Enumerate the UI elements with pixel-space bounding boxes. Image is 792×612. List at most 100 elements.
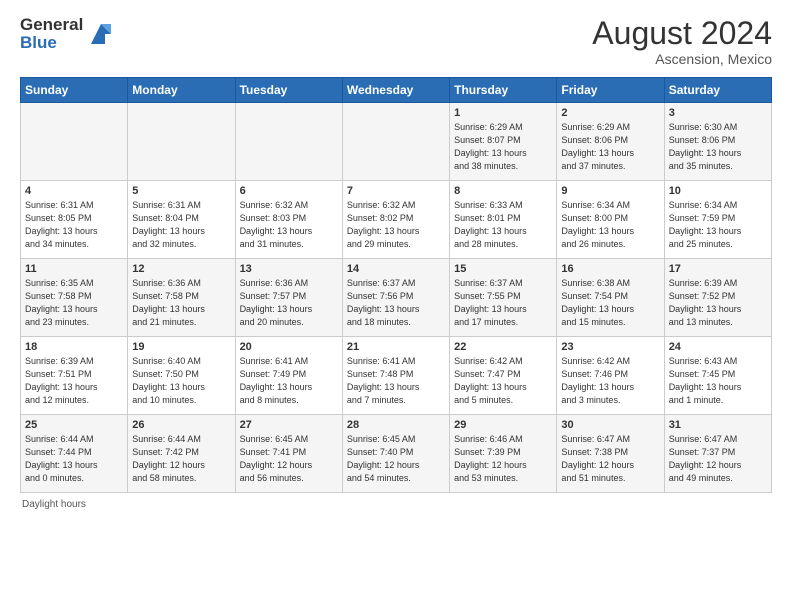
- day-number: 9: [561, 185, 659, 197]
- header-day-tuesday: Tuesday: [235, 78, 342, 103]
- day-info: Sunrise: 6:46 AMSunset: 7:39 PMDaylight:…: [454, 433, 552, 485]
- day-info: Sunrise: 6:31 AMSunset: 8:04 PMDaylight:…: [132, 199, 230, 251]
- calendar-cell: 29 Sunrise: 6:46 AMSunset: 7:39 PMDayligh…: [450, 415, 557, 493]
- day-info: Sunrise: 6:37 AMSunset: 7:56 PMDaylight:…: [347, 277, 445, 329]
- day-info: Sunrise: 6:34 AMSunset: 7:59 PMDaylight:…: [669, 199, 767, 251]
- day-info: Sunrise: 6:41 AMSunset: 7:49 PMDaylight:…: [240, 355, 338, 407]
- day-number: 25: [25, 419, 123, 431]
- calendar-cell: [342, 103, 449, 181]
- day-number: 10: [669, 185, 767, 197]
- logo: General Blue: [20, 16, 115, 52]
- day-info: Sunrise: 6:36 AMSunset: 7:57 PMDaylight:…: [240, 277, 338, 329]
- calendar-cell: 24 Sunrise: 6:43 AMSunset: 7:45 PMDayligh…: [664, 337, 771, 415]
- day-number: 18: [25, 341, 123, 353]
- week-row-3: 11 Sunrise: 6:35 AMSunset: 7:58 PMDayligh…: [21, 259, 772, 337]
- calendar-cell: 27Sunrise: 6:45 AMSunset: 7:41 PMDayligh…: [235, 415, 342, 493]
- day-number: 2: [561, 107, 659, 119]
- logo-blue: Blue: [20, 34, 83, 52]
- header-day-wednesday: Wednesday: [342, 78, 449, 103]
- calendar-cell: 12Sunrise: 6:36 AMSunset: 7:58 PMDayligh…: [128, 259, 235, 337]
- day-number: 3: [669, 107, 767, 119]
- calendar-cell: 6 Sunrise: 6:32 AMSunset: 8:03 PMDaylight…: [235, 181, 342, 259]
- header-day-saturday: Saturday: [664, 78, 771, 103]
- day-info: Sunrise: 6:39 AMSunset: 7:52 PMDaylight:…: [669, 277, 767, 329]
- day-number: 7: [347, 185, 445, 197]
- header-day-monday: Monday: [128, 78, 235, 103]
- footer: Daylight hours: [20, 499, 772, 510]
- day-info: Sunrise: 6:44 AMSunset: 7:44 PMDaylight:…: [25, 433, 123, 485]
- calendar-cell: 19 Sunrise: 6:40 AMSunset: 7:50 PMDayligh…: [128, 337, 235, 415]
- day-info: Sunrise: 6:37 AMSunset: 7:55 PMDaylight:…: [454, 277, 552, 329]
- calendar-cell: 17Sunrise: 6:39 AMSunset: 7:52 PMDayligh…: [664, 259, 771, 337]
- header-row: SundayMondayTuesdayWednesdayThursdayFrid…: [21, 78, 772, 103]
- logo-icon: [87, 20, 115, 48]
- calendar-table: SundayMondayTuesdayWednesdayThursdayFrid…: [20, 77, 772, 493]
- day-number: 30: [561, 419, 659, 431]
- day-info: Sunrise: 6:32 AMSunset: 8:02 PMDaylight:…: [347, 199, 445, 251]
- day-number: 31: [669, 419, 767, 431]
- day-number: 24: [669, 341, 767, 353]
- day-info: Sunrise: 6:45 AMSunset: 7:40 PMDaylight:…: [347, 433, 445, 485]
- calendar-cell: [128, 103, 235, 181]
- day-number: 1: [454, 107, 552, 119]
- month-year: August 2024: [592, 16, 772, 51]
- day-number: 21: [347, 341, 445, 353]
- logo-general: General: [20, 16, 83, 34]
- day-info: Sunrise: 6:44 AMSunset: 7:42 PMDaylight:…: [132, 433, 230, 485]
- day-number: 11: [25, 263, 123, 275]
- day-info: Sunrise: 6:40 AMSunset: 7:50 PMDaylight:…: [132, 355, 230, 407]
- calendar-cell: 13 Sunrise: 6:36 AMSunset: 7:57 PMDayligh…: [235, 259, 342, 337]
- day-info: Sunrise: 6:47 AMSunset: 7:38 PMDaylight:…: [561, 433, 659, 485]
- calendar-cell: 8Sunrise: 6:33 AMSunset: 8:01 PMDaylight…: [450, 181, 557, 259]
- day-number: 16: [561, 263, 659, 275]
- header: General Blue August 2024 Ascension, Mexi…: [20, 16, 772, 67]
- week-row-5: 25 Sunrise: 6:44 AMSunset: 7:44 PMDayligh…: [21, 415, 772, 493]
- day-info: Sunrise: 6:32 AMSunset: 8:03 PMDaylight:…: [240, 199, 338, 251]
- calendar-cell: 30 Sunrise: 6:47 AMSunset: 7:38 PMDayligh…: [557, 415, 664, 493]
- calendar-cell: 26Sunrise: 6:44 AMSunset: 7:42 PMDayligh…: [128, 415, 235, 493]
- day-number: 29: [454, 419, 552, 431]
- day-info: Sunrise: 6:41 AMSunset: 7:48 PMDaylight:…: [347, 355, 445, 407]
- week-row-4: 18 Sunrise: 6:39 AMSunset: 7:51 PMDayligh…: [21, 337, 772, 415]
- day-info: Sunrise: 6:47 AMSunset: 7:37 PMDaylight:…: [669, 433, 767, 485]
- day-number: 23: [561, 341, 659, 353]
- calendar-cell: 7 Sunrise: 6:32 AMSunset: 8:02 PMDaylight…: [342, 181, 449, 259]
- calendar-cell: 2 Sunrise: 6:29 AMSunset: 8:06 PMDaylight…: [557, 103, 664, 181]
- day-info: Sunrise: 6:42 AMSunset: 7:47 PMDaylight:…: [454, 355, 552, 407]
- day-info: Sunrise: 6:39 AMSunset: 7:51 PMDaylight:…: [25, 355, 123, 407]
- day-number: 28: [347, 419, 445, 431]
- day-number: 22: [454, 341, 552, 353]
- day-info: Sunrise: 6:31 AMSunset: 8:05 PMDaylight:…: [25, 199, 123, 251]
- day-info: Sunrise: 6:34 AMSunset: 8:00 PMDaylight:…: [561, 199, 659, 251]
- day-number: 20: [240, 341, 338, 353]
- calendar-cell: 5Sunrise: 6:31 AMSunset: 8:04 PMDaylight…: [128, 181, 235, 259]
- day-info: Sunrise: 6:30 AMSunset: 8:06 PMDaylight:…: [669, 121, 767, 173]
- header-day-friday: Friday: [557, 78, 664, 103]
- calendar-cell: 21 Sunrise: 6:41 AMSunset: 7:48 PMDayligh…: [342, 337, 449, 415]
- calendar-cell: 16Sunrise: 6:38 AMSunset: 7:54 PMDayligh…: [557, 259, 664, 337]
- calendar-cell: 15 Sunrise: 6:37 AMSunset: 7:55 PMDayligh…: [450, 259, 557, 337]
- day-info: Sunrise: 6:36 AMSunset: 7:58 PMDaylight:…: [132, 277, 230, 329]
- day-info: Sunrise: 6:35 AMSunset: 7:58 PMDaylight:…: [25, 277, 123, 329]
- header-day-thursday: Thursday: [450, 78, 557, 103]
- calendar-cell: 4Sunrise: 6:31 AMSunset: 8:05 PMDaylight…: [21, 181, 128, 259]
- day-info: Sunrise: 6:43 AMSunset: 7:45 PMDaylight:…: [669, 355, 767, 407]
- calendar-cell: [21, 103, 128, 181]
- calendar-cell: 1 Sunrise: 6:29 AMSunset: 8:07 PMDaylight…: [450, 103, 557, 181]
- day-number: 8: [454, 185, 552, 197]
- calendar-cell: 14 Sunrise: 6:37 AMSunset: 7:56 PMDayligh…: [342, 259, 449, 337]
- day-number: 19: [132, 341, 230, 353]
- calendar-body: 1 Sunrise: 6:29 AMSunset: 8:07 PMDaylight…: [21, 103, 772, 493]
- calendar-cell: 25 Sunrise: 6:44 AMSunset: 7:44 PMDayligh…: [21, 415, 128, 493]
- day-number: 14: [347, 263, 445, 275]
- calendar-cell: 28 Sunrise: 6:45 AMSunset: 7:40 PMDayligh…: [342, 415, 449, 493]
- location: Ascension, Mexico: [592, 51, 772, 67]
- title-block: August 2024 Ascension, Mexico: [592, 16, 772, 67]
- calendar-cell: 31 Sunrise: 6:47 AMSunset: 7:37 PMDayligh…: [664, 415, 771, 493]
- day-number: 13: [240, 263, 338, 275]
- day-number: 6: [240, 185, 338, 197]
- day-info: Sunrise: 6:29 AMSunset: 8:06 PMDaylight:…: [561, 121, 659, 173]
- calendar-cell: 10 Sunrise: 6:34 AMSunset: 7:59 PMDayligh…: [664, 181, 771, 259]
- day-number: 15: [454, 263, 552, 275]
- day-info: Sunrise: 6:29 AMSunset: 8:07 PMDaylight:…: [454, 121, 552, 173]
